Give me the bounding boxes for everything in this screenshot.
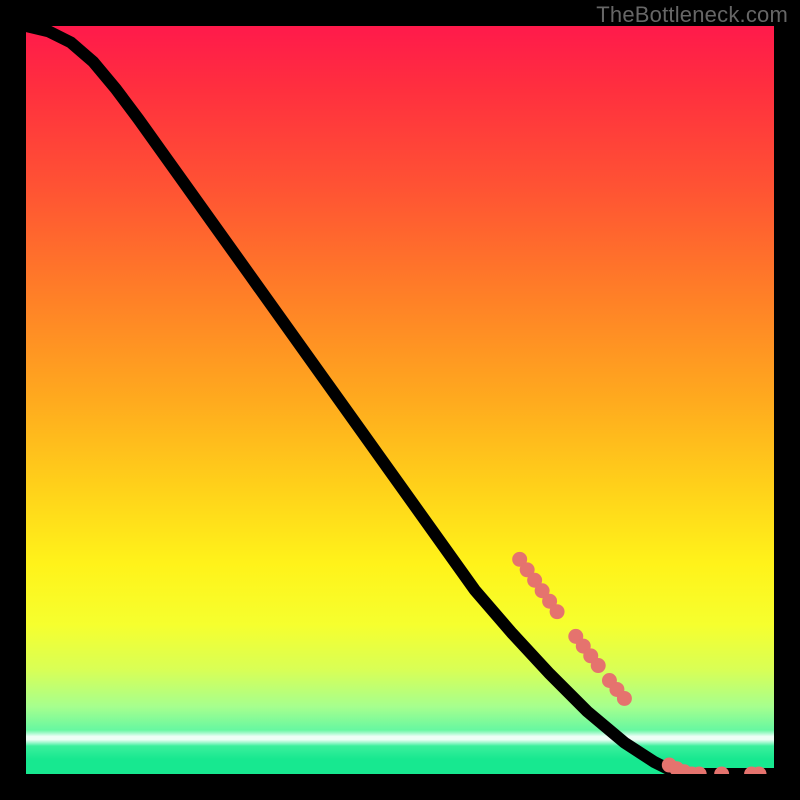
chart-stage: TheBottleneck.com (0, 0, 800, 800)
curve-marker (617, 691, 632, 706)
watermark-text: TheBottleneck.com (596, 2, 788, 28)
curve-marker (714, 767, 729, 774)
bottleneck-curve (26, 26, 774, 774)
chart-svg (26, 26, 774, 774)
curve-markers (512, 552, 766, 774)
curve-marker (591, 658, 606, 673)
plot-area (26, 26, 774, 774)
curve-marker (550, 604, 565, 619)
